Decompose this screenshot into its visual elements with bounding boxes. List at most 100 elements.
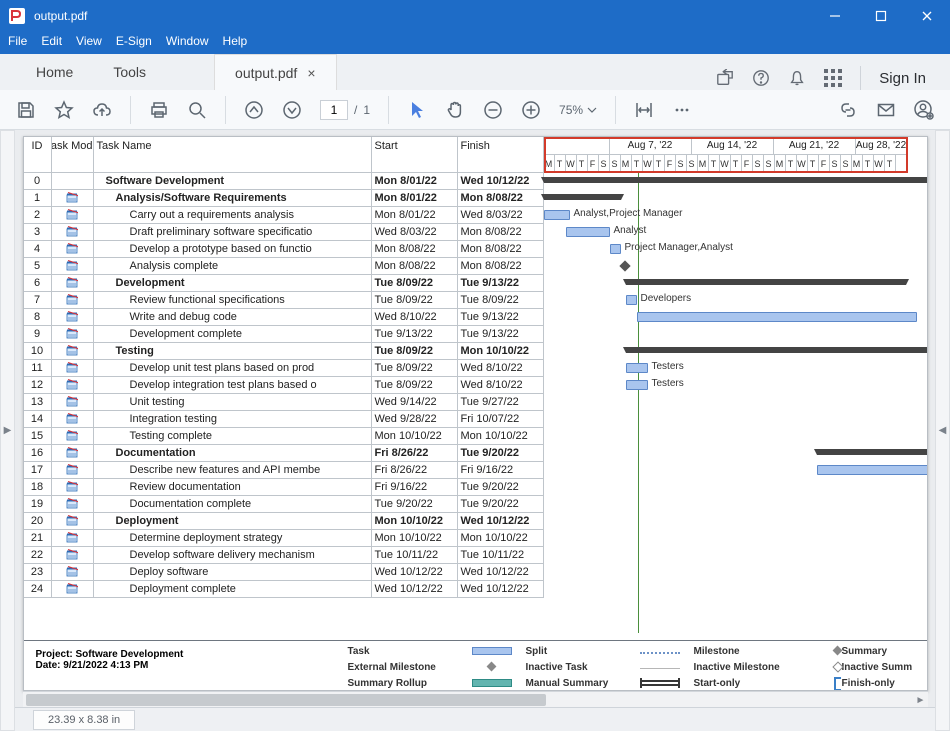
legend-key-inactive-task: Inactive Task bbox=[526, 662, 636, 673]
zoom-out-icon[interactable] bbox=[483, 100, 503, 120]
profile-icon[interactable] bbox=[914, 100, 934, 120]
zoom-in-icon[interactable] bbox=[521, 100, 541, 120]
table-row: 0Software DevelopmentMon 8/01/22Wed 10/1… bbox=[24, 173, 544, 190]
apps-grid-icon[interactable] bbox=[824, 69, 842, 87]
table-row: 7Review functional specificationsTue 8/0… bbox=[24, 292, 544, 309]
task-mode-icon bbox=[66, 243, 78, 255]
link-icon[interactable] bbox=[838, 100, 858, 120]
menu-edit[interactable]: Edit bbox=[41, 34, 62, 48]
header-start: Start bbox=[372, 137, 458, 173]
viewport[interactable]: ID Task Mode Task Name Start Finish 0Sof… bbox=[15, 130, 935, 731]
table-row: 20DeploymentMon 10/10/22Wed 10/12/22 bbox=[24, 513, 544, 530]
page-total: 1 bbox=[363, 103, 370, 117]
window-minimize-button[interactable] bbox=[812, 0, 858, 32]
task-mode-icon bbox=[66, 413, 78, 425]
task-mode-icon bbox=[66, 515, 78, 527]
table-row: 21Determine deployment strategyMon 10/10… bbox=[24, 530, 544, 547]
sign-in-button[interactable]: Sign In bbox=[879, 70, 926, 87]
table-row: 11Develop unit test plans based on prodT… bbox=[24, 360, 544, 377]
legend-key-start-only: Start-only bbox=[694, 678, 814, 689]
task-mode-icon bbox=[66, 430, 78, 442]
window-maximize-button[interactable] bbox=[858, 0, 904, 32]
legend-key-manual-summary: Manual Summary bbox=[526, 678, 636, 689]
tab-tools[interactable]: Tools bbox=[93, 54, 166, 90]
task-mode-icon bbox=[66, 447, 78, 459]
table-row: 12Develop integration test plans based o… bbox=[24, 377, 544, 394]
menu-file[interactable]: File bbox=[8, 34, 27, 48]
hscroll-thumb[interactable] bbox=[26, 694, 546, 706]
window-title: output.pdf bbox=[34, 9, 87, 23]
gantt-timescale: Aug 7, '22Aug 14, '22Aug 21, '22Aug 28, … bbox=[544, 137, 908, 173]
task-mode-icon bbox=[66, 498, 78, 510]
table-row: 13Unit testingWed 9/14/22Tue 9/27/22 bbox=[24, 394, 544, 411]
menu-view[interactable]: View bbox=[76, 34, 102, 48]
tab-home[interactable]: Home bbox=[16, 54, 93, 90]
mail-icon[interactable] bbox=[876, 100, 896, 120]
task-mode-icon bbox=[66, 379, 78, 391]
left-panel-toggle[interactable]: ▶ bbox=[0, 130, 15, 731]
table-row: 2Carry out a requirements analysisMon 8/… bbox=[24, 207, 544, 224]
page-down-icon[interactable] bbox=[282, 100, 302, 120]
menu-help[interactable]: Help bbox=[223, 34, 248, 48]
legend-key-summary-rollup: Summary Rollup bbox=[348, 678, 468, 689]
tab-close-button[interactable]: × bbox=[307, 65, 315, 81]
task-mode-icon bbox=[66, 481, 78, 493]
menu-window[interactable]: Window bbox=[166, 34, 209, 48]
fit-width-icon[interactable] bbox=[634, 100, 654, 120]
page-up-icon[interactable] bbox=[244, 100, 264, 120]
page-sep: / bbox=[354, 103, 357, 117]
save-icon[interactable] bbox=[16, 100, 36, 120]
page-dimensions: 23.39 x 8.38 in bbox=[33, 710, 135, 730]
more-icon[interactable] bbox=[672, 100, 692, 120]
task-mode-icon bbox=[66, 345, 78, 357]
help-icon[interactable] bbox=[752, 69, 770, 87]
main-toolbar: / 1 75% bbox=[0, 90, 950, 130]
legend-footer: Project: Software Development Date: 9/21… bbox=[24, 640, 927, 690]
table-row: 4Develop a prototype based on functioMon… bbox=[24, 241, 544, 258]
right-panel-toggle[interactable]: ◀ bbox=[935, 130, 950, 731]
search-icon[interactable] bbox=[187, 100, 207, 120]
window-titlebar: output.pdf bbox=[0, 0, 950, 32]
table-row: 6DevelopmentTue 8/09/22Tue 9/13/22 bbox=[24, 275, 544, 292]
zoom-dropdown[interactable]: 75% bbox=[559, 103, 597, 117]
horizontal-scrollbar[interactable]: ◄ ► bbox=[23, 691, 928, 707]
table-row: 8Write and debug codeWed 8/10/22Tue 9/13… bbox=[24, 309, 544, 326]
legend-date: Date: 9/21/2022 4:13 PM bbox=[36, 660, 336, 671]
task-mode-icon bbox=[66, 226, 78, 238]
table-row: 22Develop software delivery mechanismTue… bbox=[24, 547, 544, 564]
print-icon[interactable] bbox=[149, 100, 169, 120]
table-row: 10TestingTue 8/09/22Mon 10/10/22 bbox=[24, 343, 544, 360]
legend-key-milestone: Milestone bbox=[694, 646, 814, 657]
task-mode-icon bbox=[66, 583, 78, 595]
window-close-button[interactable] bbox=[904, 0, 950, 32]
cloud-upload-icon[interactable] bbox=[92, 100, 112, 120]
header-mode: Task Mode bbox=[52, 137, 94, 173]
task-mode-icon bbox=[66, 277, 78, 289]
tab-document[interactable]: output.pdf × bbox=[214, 54, 336, 90]
table-row: 3Draft preliminary software specificatio… bbox=[24, 224, 544, 241]
menu-esign[interactable]: E-Sign bbox=[116, 34, 152, 48]
page-current-input[interactable] bbox=[320, 100, 348, 120]
hscroll-right-arrow[interactable]: ► bbox=[913, 692, 929, 708]
task-mode-icon bbox=[66, 328, 78, 340]
table-row: 19Documentation completeTue 9/20/22Tue 9… bbox=[24, 496, 544, 513]
table-row: 5Analysis completeMon 8/08/22Mon 8/08/22 bbox=[24, 258, 544, 275]
star-icon[interactable] bbox=[54, 100, 74, 120]
cursor-icon[interactable] bbox=[407, 100, 427, 120]
hand-icon[interactable] bbox=[445, 100, 465, 120]
main-menubar: File Edit View E-Sign Window Help bbox=[0, 32, 950, 54]
legend-key-split: Split bbox=[526, 646, 636, 657]
task-mode-icon bbox=[66, 396, 78, 408]
tab-document-label: output.pdf bbox=[235, 65, 297, 81]
task-mode-icon bbox=[66, 192, 78, 204]
document-area: ▶ ID Task Mode Task Name Start Finish 0S… bbox=[0, 130, 950, 731]
bell-icon[interactable] bbox=[788, 69, 806, 87]
task-mode-icon bbox=[66, 464, 78, 476]
legend-key-task: Task bbox=[348, 646, 468, 657]
task-table: ID Task Mode Task Name Start Finish 0Sof… bbox=[24, 137, 544, 598]
status-bar: 23.39 x 8.38 in bbox=[15, 707, 935, 731]
task-mode-icon bbox=[66, 532, 78, 544]
task-mode-icon bbox=[66, 260, 78, 272]
table-row: 15Testing completeMon 10/10/22Mon 10/10/… bbox=[24, 428, 544, 445]
share-icon[interactable] bbox=[716, 69, 734, 87]
